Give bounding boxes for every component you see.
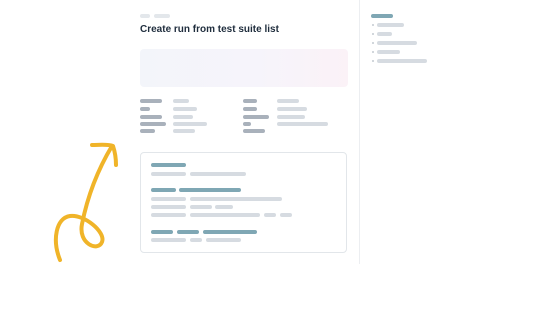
field-value (173, 107, 197, 111)
suite-heading[interactable] (151, 188, 176, 192)
field-label (243, 99, 257, 103)
suite-meta (190, 238, 202, 242)
suite-meta (264, 213, 276, 217)
suite-meta (190, 197, 282, 201)
field-label (243, 115, 269, 119)
field-value (173, 99, 189, 103)
suite-meta (206, 238, 241, 242)
field-label (140, 129, 155, 133)
field-label (140, 122, 166, 126)
field-value (277, 122, 328, 126)
bullet-dot (372, 60, 374, 62)
suite-heading[interactable] (151, 163, 186, 167)
bullet-dot (372, 33, 374, 35)
field-value (173, 129, 195, 133)
bullet-dot (372, 51, 374, 53)
suite-meta (215, 205, 233, 209)
bullet-dot (372, 24, 374, 26)
field-value (277, 107, 307, 111)
suite-meta (151, 205, 186, 209)
suite-meta (280, 213, 292, 217)
sidebar-item[interactable] (377, 32, 392, 36)
sidebar-item[interactable] (377, 59, 427, 63)
breadcrumb-item[interactable] (154, 14, 170, 18)
suite-heading[interactable] (203, 230, 257, 234)
suite-meta (151, 238, 186, 242)
hero-banner (140, 49, 348, 87)
field-value (173, 122, 207, 126)
field-value (277, 115, 305, 119)
field-label (243, 107, 257, 111)
suite-meta (190, 213, 260, 217)
field-label (140, 99, 162, 103)
suite-heading[interactable] (177, 230, 199, 234)
suite-meta (151, 213, 186, 217)
field-value (173, 115, 193, 119)
main-panel: Create run from test suite list (0, 0, 360, 336)
sidebar (360, 0, 552, 336)
curly-arrow-icon (53, 142, 118, 262)
sidebar-item[interactable] (377, 41, 417, 45)
bullet-dot (372, 42, 374, 44)
suite-meta (151, 197, 186, 201)
sidebar-item[interactable] (377, 23, 404, 27)
field-label (140, 107, 150, 111)
sidebar-item[interactable] (377, 50, 400, 54)
suite-heading[interactable] (151, 230, 173, 234)
field-label (243, 122, 251, 126)
suite-heading[interactable] (179, 188, 241, 192)
suite-meta (190, 205, 212, 209)
breadcrumb-item[interactable] (140, 14, 150, 18)
page-title: Create run from test suite list (140, 24, 279, 35)
suite-meta (151, 172, 186, 176)
sidebar-heading[interactable] (371, 14, 393, 18)
field-label (140, 115, 162, 119)
field-label (243, 129, 265, 133)
field-value (277, 99, 299, 103)
suite-meta (190, 172, 246, 176)
